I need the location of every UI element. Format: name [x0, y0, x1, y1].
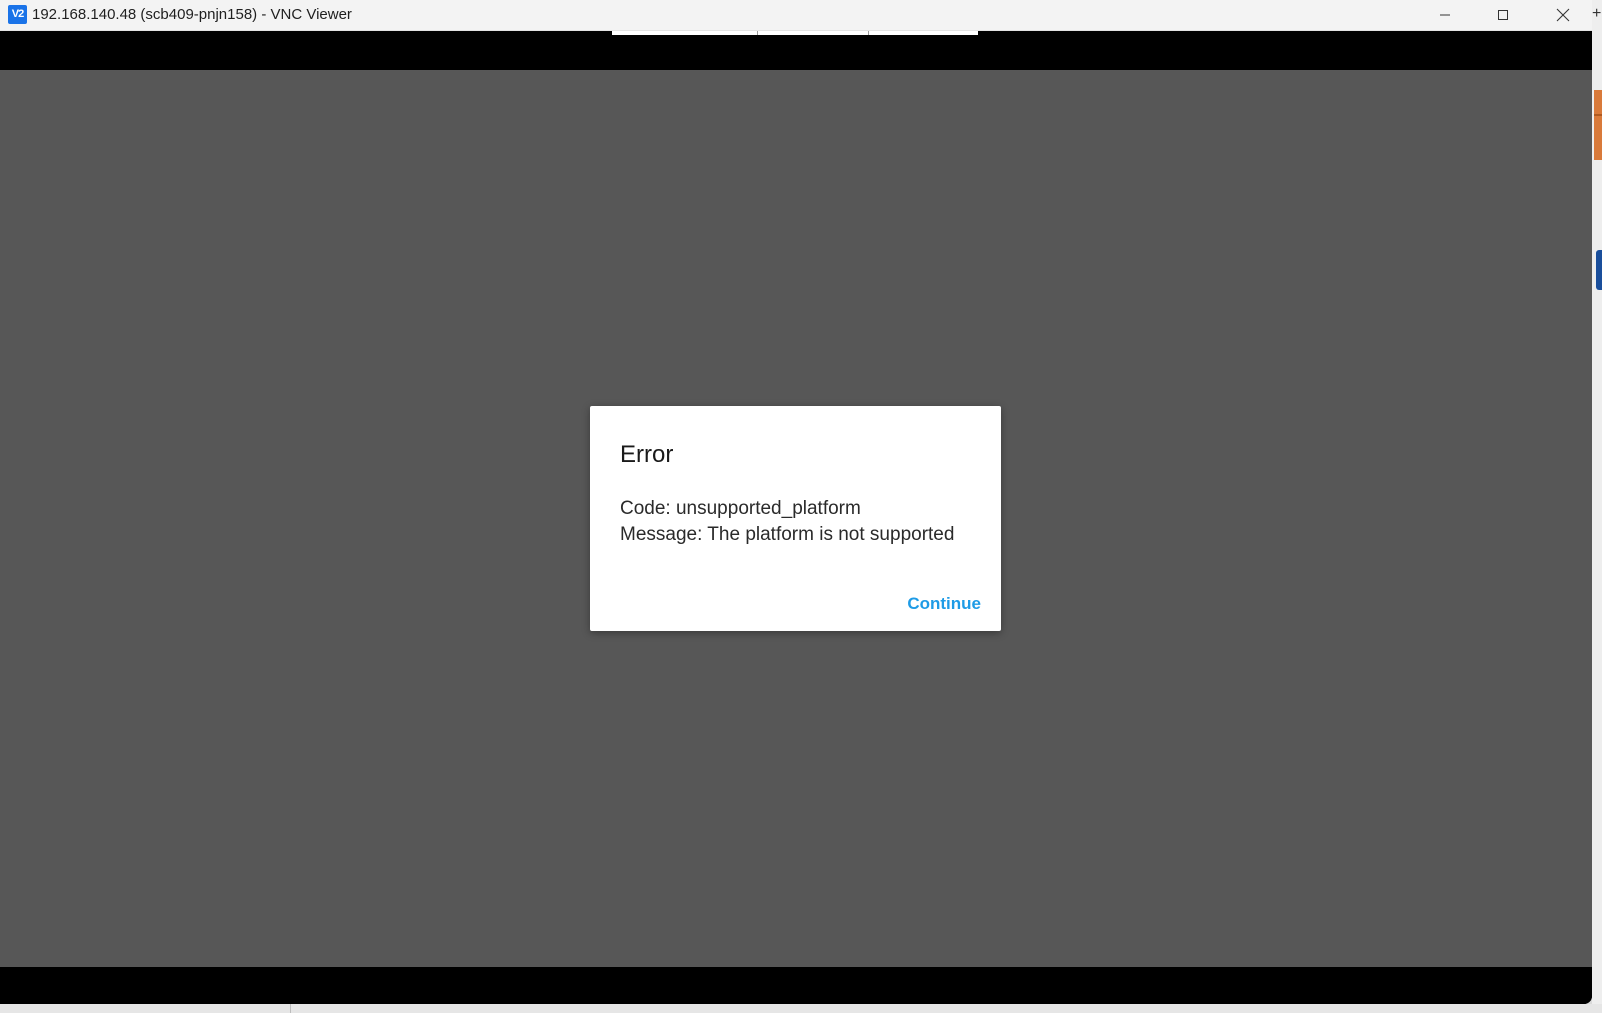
- continue-button[interactable]: Continue: [907, 592, 981, 616]
- error-message-text: Message: The platform is not supported: [620, 524, 955, 545]
- dialog-title: Error: [620, 441, 674, 468]
- error-code-text: Code: unsupported_platform: [620, 498, 861, 519]
- toolbar-divider: [868, 31, 869, 35]
- minimize-icon: [1440, 14, 1450, 16]
- plus-icon: +: [1592, 5, 1602, 22]
- vnc-toolbar-pulldown[interactable]: [612, 31, 978, 35]
- maximize-button[interactable]: [1474, 0, 1532, 30]
- top-letterbox: [0, 31, 1592, 70]
- maximize-icon: [1498, 10, 1508, 20]
- minimize-button[interactable]: [1416, 0, 1474, 30]
- title-bar[interactable]: V2 192.168.140.48 (scb409-pnjn158) - VNC…: [0, 0, 1592, 31]
- background-window-tab: [1594, 90, 1602, 160]
- toolbar-divider: [757, 31, 758, 35]
- window-title: 192.168.140.48 (scb409-pnjn158) - VNC Vi…: [32, 6, 352, 23]
- close-icon: [1556, 8, 1570, 22]
- bottom-letterbox: [0, 967, 1592, 1004]
- vnc-app-icon: V2: [8, 5, 27, 24]
- vnc-viewer-window: V2 192.168.140.48 (scb409-pnjn158) - VNC…: [0, 0, 1592, 1004]
- close-button[interactable]: [1534, 0, 1592, 30]
- taskbar-edge: [0, 1004, 1602, 1013]
- background-window-marker: [1596, 250, 1602, 290]
- error-dialog: Error Code: unsupported_platform Message…: [590, 406, 1001, 631]
